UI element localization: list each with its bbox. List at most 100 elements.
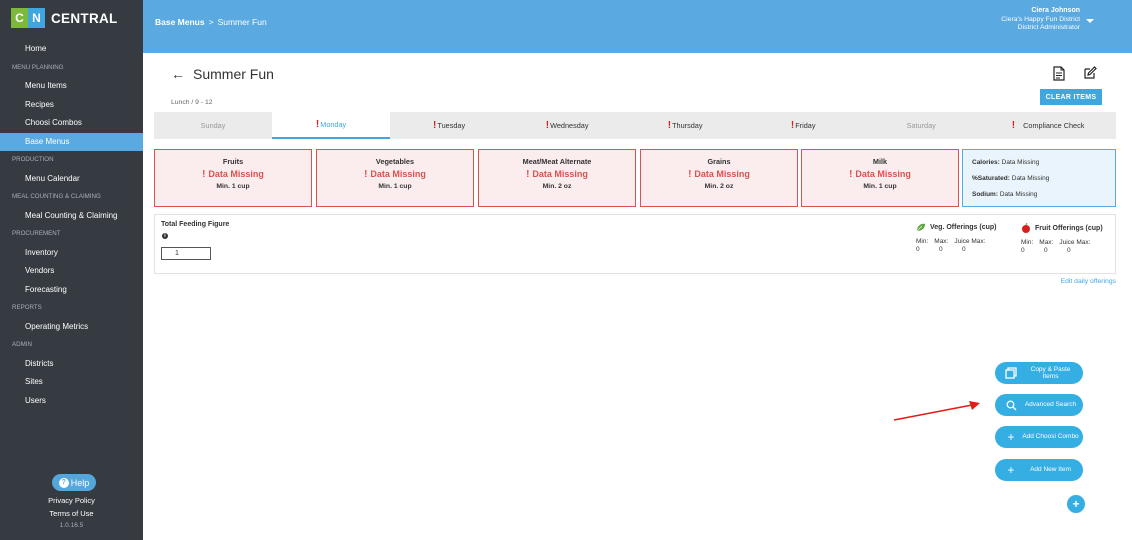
component-name: Milk: [872, 157, 888, 166]
veg-offerings-values: 0 0 0: [916, 246, 997, 253]
edit-daily-offerings-link[interactable]: Edit daily offerings: [1061, 278, 1116, 285]
sidebar-section-label: PRODUCTION: [12, 156, 54, 163]
sidebar-item-choosi-combos[interactable]: Choosi Combos: [0, 114, 143, 133]
fruit-offerings-heading: Fruit Offerings (cup): [1021, 223, 1103, 233]
component-status-text: Data Missing: [208, 169, 264, 179]
component-name: Meat/Meat Alternate: [522, 157, 592, 166]
warning-icon: !: [790, 120, 795, 131]
veg-offerings-labels: Min: Max: Juice Max:: [916, 238, 997, 245]
back-arrow-icon[interactable]: ←: [171, 66, 185, 82]
plus-icon: +: [1007, 463, 1015, 477]
warning-icon: !: [545, 120, 550, 131]
sidebar-item-base-menus[interactable]: Base Menus: [0, 132, 143, 151]
fab-toggle-plus-icon[interactable]: +: [1067, 495, 1085, 513]
component-name: Fruits: [222, 157, 244, 166]
saturated-value: Data Missing: [1011, 175, 1050, 182]
copy-paste-items-button[interactable]: Copy & Paste Items: [995, 362, 1083, 384]
fruit-min-value: 0: [1021, 247, 1025, 254]
search-icon: [1000, 400, 1022, 411]
add-new-item-button[interactable]: + Add New Item: [995, 459, 1083, 481]
fruit-min-label: Min:: [1021, 239, 1034, 246]
sidebar-item-inventory[interactable]: Inventory: [0, 244, 143, 263]
warning-icon: !: [315, 119, 320, 130]
saturated-label: %Saturated:: [972, 175, 1010, 182]
privacy-policy-link[interactable]: Privacy Policy: [0, 496, 143, 505]
breadcrumb: Base Menus > Summer Fun: [155, 17, 267, 27]
sidebar-item-vendors[interactable]: Vendors: [0, 262, 143, 281]
tab-sunday[interactable]: Sunday: [154, 112, 272, 139]
clear-items-button[interactable]: CLEAR ITEMS: [1040, 89, 1102, 105]
component-min: Min. 2 oz: [542, 183, 572, 190]
info-icon[interactable]: i: [162, 233, 168, 239]
veg-min-label: Min:: [916, 238, 929, 245]
sidebar-item-users[interactable]: Users: [0, 392, 143, 411]
app-version: 1.0.16.5: [59, 522, 84, 529]
tab-tuesday[interactable]: ! Tuesday: [390, 112, 508, 139]
edit-icon[interactable]: [1083, 66, 1097, 80]
tab-saturday[interactable]: Saturday: [862, 112, 980, 139]
component-status: ! Data Missing: [802, 169, 958, 180]
tab-friday[interactable]: ! Friday: [744, 112, 862, 139]
user-menu[interactable]: Ciera Johnson Ciera's Happy Fun District…: [1001, 7, 1080, 33]
veg-max-label: Max:: [934, 238, 949, 245]
tab-wednesday[interactable]: ! Wednesday: [508, 112, 626, 139]
sidebar-item-home[interactable]: Home: [0, 40, 143, 59]
component-card-meat-meat-alternate[interactable]: Meat/Meat Alternate! Data Missing Min. 2 o…: [478, 149, 636, 207]
add-new-item-label: Add New Item: [1030, 466, 1071, 474]
tab-label: Sunday: [200, 121, 226, 130]
tab-thursday[interactable]: ! Thursday: [626, 112, 744, 139]
user-district: Ciera's Happy Fun District: [1001, 15, 1080, 23]
advanced-search-label: Advanced Search: [1024, 401, 1077, 409]
breadcrumb-separator: >: [208, 17, 214, 27]
sidebar-section-label: MEAL COUNTING & CLAIMING: [12, 193, 101, 200]
component-min: Min. 1 cup: [863, 183, 897, 190]
tab-label: Thursday: [672, 121, 703, 130]
tab-compliance-check[interactable]: ! Compliance Check: [980, 112, 1116, 139]
component-name: Grains: [707, 157, 731, 166]
veg-juice-label: Juice Max:: [954, 238, 986, 245]
logo[interactable]: C N CENTRAL: [11, 7, 118, 29]
tab-monday[interactable]: ! Monday: [272, 112, 391, 139]
component-status-text: Data Missing: [370, 169, 426, 179]
sidebar-item-meal-counting-claiming[interactable]: Meal Counting & Claiming: [0, 207, 143, 226]
fruit-offerings-title: Fruit Offerings (cup): [1035, 224, 1103, 232]
sodium-label: Sodium:: [972, 191, 998, 198]
component-min: Min. 1 cup: [378, 183, 412, 190]
help-label: Help: [70, 477, 90, 488]
fruit-max-value: 0: [1044, 247, 1048, 254]
meal-subtitle: Lunch / 9 - 12: [171, 99, 213, 106]
component-card-milk[interactable]: Milk ! Data Missing Min. 1 cup: [801, 149, 959, 207]
component-card-fruits[interactable]: Fruits! Data Missing Min. 1 cup: [154, 149, 312, 207]
chevron-down-icon[interactable]: [1086, 19, 1094, 23]
advanced-search-button[interactable]: Advanced Search: [995, 394, 1083, 416]
warning-icon: !: [202, 169, 206, 180]
component-status: ! Data Missing: [641, 169, 797, 180]
veg-min-value: 0: [916, 246, 920, 253]
sidebar-item-forecasting[interactable]: Forecasting: [0, 281, 143, 300]
veg-offerings-heading: Veg. Offerings (cup): [916, 223, 997, 232]
feeding-figure-input[interactable]: 1: [161, 247, 211, 260]
sidebar-item-districts[interactable]: Districts: [0, 355, 143, 374]
component-card-vegetables[interactable]: Vegetables! Data Missing Min. 1 cup: [316, 149, 474, 207]
breadcrumb-base-menus[interactable]: Base Menus: [155, 17, 205, 27]
nutrition-summary-card: Calories: Data Missing %Saturated: Data …: [962, 149, 1116, 207]
terms-of-use-link[interactable]: Terms of Use: [0, 509, 143, 518]
tab-label: Tuesday: [437, 121, 466, 130]
app-root: C N CENTRAL Home MENU PLANNING Menu Items R…: [0, 0, 1132, 540]
sidebar-item-recipes[interactable]: Recipes: [0, 96, 143, 115]
document-icon[interactable]: [1053, 66, 1065, 81]
sidebar-item-operating-metrics[interactable]: Operating Metrics: [0, 318, 143, 337]
help-button[interactable]: ? Help: [52, 474, 96, 491]
add-choosi-combo-button[interactable]: + Add Choosi Combo: [995, 426, 1083, 448]
sidebar-item-sites[interactable]: Sites: [0, 373, 143, 392]
plus-icon: +: [1007, 430, 1015, 444]
sidebar-item-menu-items[interactable]: Menu Items: [0, 77, 143, 96]
breadcrumb-current: Summer Fun: [217, 17, 267, 27]
sidebar-item-menu-calendar[interactable]: Menu Calendar: [0, 170, 143, 189]
calories-row: Calories: Data Missing: [972, 159, 1115, 175]
add-choosi-combo-label: Add Choosi Combo: [1022, 433, 1079, 441]
component-card-grains[interactable]: Grains! Data Missing Min. 2 oz: [640, 149, 798, 207]
sidebar: C N CENTRAL Home MENU PLANNING Menu Items R…: [0, 0, 143, 540]
tab-label: Compliance Check: [1023, 121, 1085, 130]
fruit-max-label: Max:: [1039, 239, 1054, 246]
